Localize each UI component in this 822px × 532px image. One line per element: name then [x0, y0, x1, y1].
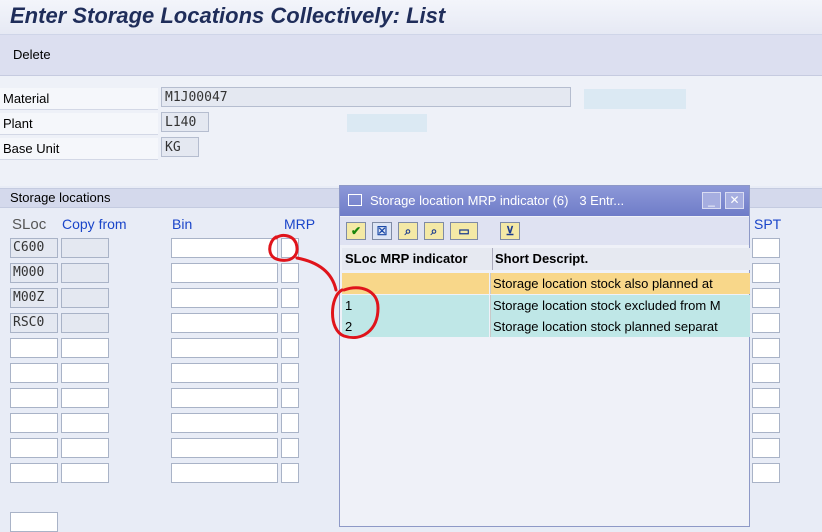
annotation-circle-indicators: [331, 286, 380, 339]
red-annotation: [268, 233, 380, 339]
annotation-circle-mrp: [268, 233, 299, 262]
annotation-arrow: [295, 256, 338, 292]
